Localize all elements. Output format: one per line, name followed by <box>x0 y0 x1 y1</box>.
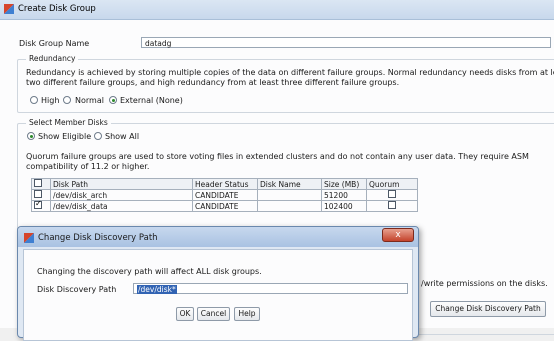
show-all-radio[interactable] <box>94 132 102 140</box>
redundancy-description-1: Redundancy is achieved by storing multip… <box>26 68 554 77</box>
disk-name-cell <box>257 189 322 201</box>
redundancy-group-title: Redundancy <box>26 54 79 63</box>
redundancy-normal-radio[interactable] <box>63 96 71 104</box>
app-icon <box>4 4 14 14</box>
quorum-note-1: Quorum failure groups are used to store … <box>26 152 529 161</box>
show-eligible-label[interactable]: Show Eligible <box>38 132 91 141</box>
quorum-checkbox[interactable] <box>388 201 396 209</box>
table-row[interactable]: /dev/disk_data CANDIDATE 102400 <box>31 199 418 212</box>
header-status-cell: CANDIDATE <box>192 200 258 212</box>
row-select-cell[interactable] <box>31 199 51 212</box>
quorum-cell[interactable] <box>366 189 418 201</box>
dialog-title: Change Disk Discovery Path <box>38 233 158 243</box>
select-all-cell[interactable] <box>31 178 51 190</box>
disk-group-name-field[interactable]: datadg <box>141 37 551 48</box>
column-disk-name[interactable]: Disk Name <box>257 178 322 190</box>
change-discovery-path-button[interactable]: Change Disk Discovery Path <box>430 301 546 317</box>
dialog-message: Changing the discovery path will affect … <box>37 267 262 276</box>
show-eligible-radio[interactable] <box>27 132 35 140</box>
quorum-checkbox[interactable] <box>388 190 396 198</box>
size-cell: 102400 <box>321 200 367 212</box>
disk-path-cell: /dev/disk_data <box>50 200 193 212</box>
change-discovery-path-dialog: Change Disk Discovery Path x Changing th… <box>17 226 419 341</box>
column-size[interactable]: Size (MB) <box>321 178 367 190</box>
member-disks-table: Disk Path Header Status Disk Name Size (… <box>31 178 418 212</box>
show-all-label[interactable]: Show All <box>105 132 139 141</box>
window-titlebar[interactable]: Create Disk Group <box>0 0 554 20</box>
table-header-row: Disk Path Header Status Disk Name Size (… <box>31 178 418 190</box>
disk-name-cell <box>257 200 322 212</box>
row-select-checkbox[interactable] <box>34 199 42 209</box>
row-select-checkbox[interactable] <box>34 190 42 198</box>
size-cell: 51200 <box>321 189 367 201</box>
redundancy-description-2: two different failure groups, and high r… <box>26 78 400 87</box>
discovery-path-label: Disk Discovery Path <box>37 285 117 294</box>
column-header-status[interactable]: Header Status <box>192 178 258 190</box>
redundancy-high-label[interactable]: High <box>41 96 59 105</box>
permission-note: /write permissions on the disks. <box>421 279 548 288</box>
redundancy-external-label[interactable]: External (None) <box>120 96 183 105</box>
discovery-path-value: /dev/disk* <box>137 285 177 294</box>
help-button[interactable]: Help <box>234 307 260 321</box>
app-icon <box>24 233 34 243</box>
dialog-body: Changing the discovery path will affect … <box>23 249 413 341</box>
close-icon[interactable]: x <box>382 228 414 242</box>
redundancy-normal-label[interactable]: Normal <box>75 96 104 105</box>
member-disks-group-title: Select Member Disks <box>26 118 111 127</box>
column-disk-path[interactable]: Disk Path <box>50 178 193 190</box>
redundancy-high-radio[interactable] <box>30 96 38 104</box>
table-row[interactable]: /dev/disk_arch CANDIDATE 51200 <box>31 189 418 201</box>
redundancy-external-radio[interactable] <box>109 96 117 104</box>
disk-group-name-label: Disk Group Name <box>19 39 90 48</box>
header-status-cell: CANDIDATE <box>192 189 258 201</box>
column-quorum[interactable]: Quorum <box>366 178 418 190</box>
quorum-cell[interactable] <box>366 200 418 212</box>
disk-path-cell: /dev/disk_arch <box>50 189 193 201</box>
dialog-titlebar[interactable]: Change Disk Discovery Path x <box>18 227 418 247</box>
window-title: Create Disk Group <box>18 4 96 14</box>
discovery-path-field[interactable]: /dev/disk* <box>133 283 408 294</box>
ok-button[interactable]: OK <box>176 307 194 321</box>
quorum-note-2: compatibility of 11.2 or higher. <box>26 162 150 171</box>
cancel-button[interactable]: Cancel <box>197 307 230 321</box>
